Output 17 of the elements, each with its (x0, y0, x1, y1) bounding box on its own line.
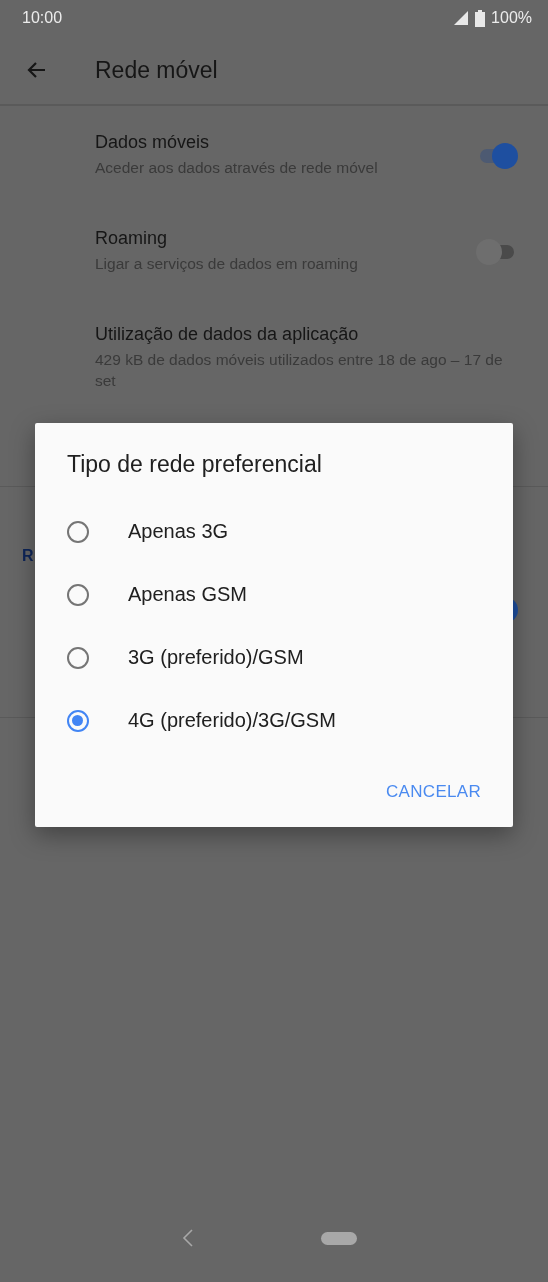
radio-option[interactable]: 3G (preferido)/GSM (67, 626, 481, 689)
radio-button[interactable] (67, 709, 89, 732)
radio-button[interactable] (67, 646, 89, 669)
dialog-title: Tipo de rede preferencial (67, 451, 323, 478)
home-pill[interactable] (321, 1231, 357, 1245)
status-time: 10:00 (22, 9, 63, 27)
battery-percent: 100% (491, 9, 532, 27)
section-header: R (22, 547, 34, 566)
radio-button[interactable] (67, 583, 89, 606)
screen-title: Rede móvel (95, 56, 218, 84)
radio-button[interactable] (67, 520, 89, 543)
back-nav-icon[interactable] (181, 1228, 193, 1248)
radio-option[interactable]: Apenas 3G (67, 500, 481, 563)
radio-option[interactable]: 4G (preferido)/3G/GSM (67, 689, 481, 752)
battery-icon (475, 9, 486, 27)
radio-option[interactable]: Apenas GSM (67, 563, 481, 626)
signal-icon (453, 10, 470, 26)
